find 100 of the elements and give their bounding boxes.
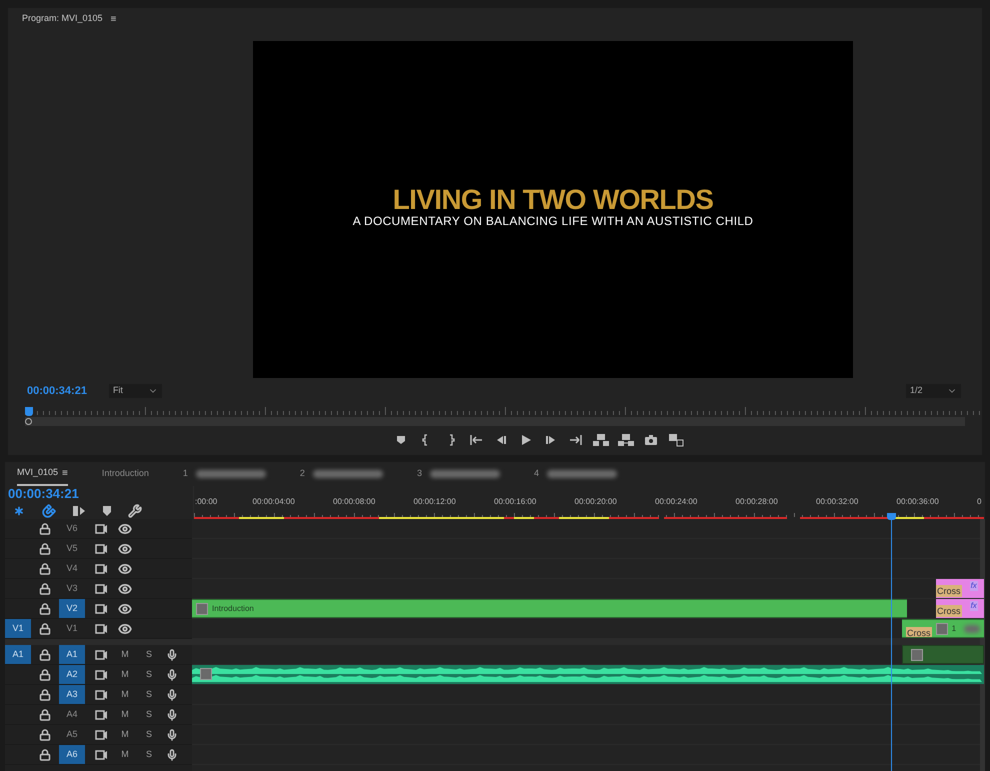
track-target[interactable]: V3 — [59, 579, 85, 598]
sync-lock-icon[interactable] — [95, 544, 108, 554]
ruler-label: 0 — [977, 496, 982, 508]
lock-icon[interactable] — [39, 728, 51, 740]
panel-title[interactable]: Program: MVI_0105 — [22, 12, 103, 26]
track-target[interactable]: V6 — [59, 519, 85, 538]
lock-icon[interactable] — [39, 668, 51, 680]
lock-icon[interactable] — [39, 602, 51, 614]
mute-toggle[interactable]: M — [118, 668, 132, 682]
go-to-out-icon[interactable] — [567, 433, 585, 447]
lock-icon[interactable] — [39, 542, 51, 554]
resolution-select[interactable]: 1/2 — [906, 384, 961, 398]
solo-toggle[interactable]: S — [142, 708, 156, 722]
sync-lock-icon[interactable] — [95, 670, 108, 680]
sequence-tab[interactable]: 1 — [182, 462, 266, 486]
microphone-icon[interactable] — [166, 668, 178, 680]
sequence-tab[interactable]: 2 — [300, 462, 383, 486]
eye-icon[interactable] — [118, 542, 132, 556]
track-target[interactable]: V2 — [59, 599, 85, 618]
sync-lock-icon[interactable] — [95, 524, 108, 534]
adjustment-clip[interactable]: Cross fx — [936, 579, 984, 598]
sequence-tab[interactable]: 3 — [416, 462, 500, 486]
track-target[interactable]: V1 — [59, 619, 85, 638]
lock-icon[interactable] — [39, 648, 51, 660]
compare-icon[interactable] — [667, 433, 685, 447]
snap-icon[interactable] — [12, 504, 26, 518]
sync-lock-icon[interactable] — [95, 564, 108, 574]
ruler-label: 00:00:04:00 — [252, 496, 295, 508]
sync-lock-icon[interactable] — [95, 604, 108, 614]
extract-icon[interactable] — [617, 433, 635, 447]
mute-toggle[interactable]: M — [118, 748, 132, 762]
video-title: LIVING IN TWO WORLDS — [392, 186, 714, 214]
sync-lock-icon[interactable] — [95, 624, 108, 634]
microphone-icon[interactable] — [166, 648, 178, 660]
track-target[interactable]: A6 — [59, 745, 85, 764]
track-target[interactable]: A5 — [59, 725, 85, 744]
lock-icon[interactable] — [39, 708, 51, 720]
lock-icon[interactable] — [39, 522, 51, 534]
solo-toggle[interactable]: S — [142, 728, 156, 742]
microphone-icon[interactable] — [166, 728, 178, 740]
lock-icon[interactable] — [39, 748, 51, 760]
export-frame-icon[interactable] — [642, 433, 660, 447]
sequence-tab[interactable]: MVI_0105 ≡ — [17, 462, 68, 486]
transition-label[interactable]: Cross — [936, 605, 962, 617]
eye-icon[interactable] — [118, 522, 132, 536]
audio-clip[interactable] — [902, 645, 984, 664]
insert-icon[interactable] — [72, 504, 86, 518]
panel-menu[interactable]: ≡ — [110, 12, 116, 26]
mute-toggle[interactable]: M — [118, 708, 132, 722]
sync-lock-icon[interactable] — [95, 690, 108, 700]
eye-icon[interactable] — [118, 602, 132, 616]
video-clip[interactable]: Introduction — [192, 599, 908, 618]
eye-icon[interactable] — [118, 582, 132, 596]
timecode[interactable]: 00:00:34:21 — [8, 486, 193, 502]
mute-toggle[interactable]: M — [118, 728, 132, 742]
solo-toggle[interactable]: S — [142, 688, 156, 702]
playhead[interactable] — [887, 513, 896, 771]
track-target[interactable]: A4 — [59, 705, 85, 724]
video-clip[interactable]: Cross 1 — [902, 619, 984, 638]
sequence-tab[interactable]: 4 — [534, 462, 617, 486]
sequence-tab[interactable]: Introduction — [102, 462, 149, 486]
track-target[interactable]: V5 — [59, 539, 85, 558]
solo-toggle[interactable]: S — [142, 648, 156, 662]
lock-icon[interactable] — [39, 562, 51, 574]
adjustment-clip[interactable]: Cross fx — [936, 599, 984, 618]
transition-label[interactable]: Cross — [936, 585, 962, 597]
source-patch[interactable]: V1 — [5, 619, 31, 638]
lock-icon[interactable] — [39, 622, 51, 634]
sync-lock-icon[interactable] — [95, 730, 108, 740]
magnet-icon[interactable] — [42, 504, 56, 518]
track-target[interactable]: A2 — [59, 665, 85, 684]
eye-icon[interactable] — [118, 562, 132, 576]
solo-toggle[interactable]: S — [142, 748, 156, 762]
sync-lock-icon[interactable] — [95, 750, 108, 760]
track-target[interactable]: A3 — [59, 685, 85, 704]
mute-toggle[interactable]: M — [118, 648, 132, 662]
wrench-icon[interactable] — [128, 504, 142, 518]
solo-toggle[interactable]: S — [142, 668, 156, 682]
microphone-icon[interactable] — [166, 748, 178, 760]
vertical-scrollbar[interactable] — [980, 519, 985, 771]
zoom-select[interactable]: Fit — [108, 384, 162, 398]
transition-label[interactable]: Cross — [906, 626, 932, 637]
source-patch[interactable]: A1 — [5, 645, 31, 664]
microphone-icon[interactable] — [166, 708, 178, 720]
lock-icon[interactable] — [39, 688, 51, 700]
microphone-icon[interactable] — [166, 688, 178, 700]
track-target[interactable]: V4 — [59, 559, 85, 578]
zoom-handle[interactable] — [25, 418, 32, 425]
eye-icon[interactable] — [118, 622, 132, 636]
sync-lock-icon[interactable] — [95, 584, 108, 594]
sync-lock-icon[interactable] — [95, 710, 108, 720]
playhead[interactable] — [25, 407, 33, 416]
sync-lock-icon[interactable] — [95, 650, 108, 660]
timecode[interactable]: 00:00:34:21 — [27, 382, 87, 400]
marker-icon[interactable] — [102, 505, 112, 517]
fx-badge: fx — [970, 601, 978, 611]
mute-toggle[interactable]: M — [118, 688, 132, 702]
lock-icon[interactable] — [39, 582, 51, 594]
track-target[interactable]: A1 — [59, 645, 85, 664]
lift-icon[interactable] — [592, 433, 610, 447]
